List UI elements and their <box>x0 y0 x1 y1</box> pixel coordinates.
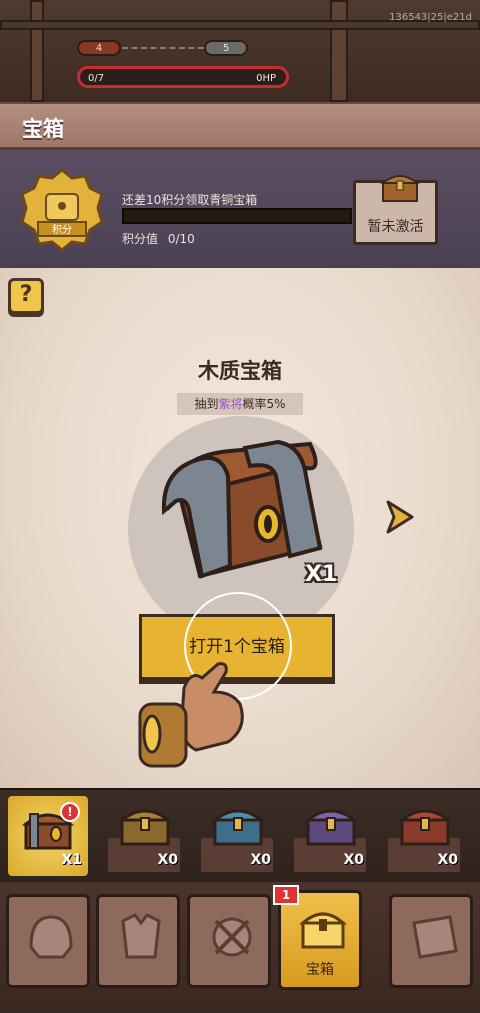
silver-chest-icon <box>211 809 265 846</box>
slot-count: X1 <box>61 852 82 868</box>
score-label: 积分值 <box>122 232 159 246</box>
points-progress-panel: 积分 还差10积分领取青铜宝箱 积分值 0/10 暂未激活 <box>0 150 480 268</box>
level-current-badge: 4 <box>77 40 121 56</box>
points-progress-bar <box>122 208 352 224</box>
slot-count: X0 <box>343 852 364 868</box>
bronze-chest-reward[interactable]: 暂未激活 <box>353 175 438 245</box>
chest-display-area: ? 木质宝箱 抽到紫将概率5% X1 打开1个宝箱 <box>0 268 480 788</box>
drop-rate: 抽到紫将概率5% <box>177 393 303 415</box>
level-path <box>122 47 204 49</box>
rate-highlight: 紫将 <box>218 397 243 411</box>
nav-tab-armor[interactable] <box>96 894 180 988</box>
score-value: 0/10 <box>167 232 195 246</box>
rate-suffix: 概率5% <box>242 397 286 411</box>
hp-current: 0/7 <box>88 73 105 84</box>
rate-prefix: 抽到 <box>194 397 219 411</box>
bronze-chest-icon <box>118 809 172 846</box>
build-id: 136543|25|e21d <box>389 12 472 23</box>
nav-label-chest: 宝箱 <box>306 962 334 978</box>
wood-beam <box>330 0 348 102</box>
nav-tab-heroes[interactable] <box>6 894 90 988</box>
nav-tab-chest[interactable]: 1 宝箱 <box>273 885 362 990</box>
wooden-chest-icon <box>161 439 323 579</box>
tutorial-hand-icon <box>138 662 244 768</box>
chest-selector: ! X1 X0 X0 X0 X0 <box>0 788 480 882</box>
hp-label: 0HP <box>256 73 276 84</box>
next-chest-arrow-icon[interactable] <box>382 496 418 538</box>
chest-name: 木质宝箱 <box>198 359 282 383</box>
page-title: 宝箱 <box>22 117 64 141</box>
helmet-icon <box>29 915 73 959</box>
level-next-badge: 5 <box>204 40 248 56</box>
slot-count: X0 <box>157 852 178 868</box>
points-medal-icon: 积分 <box>20 168 104 252</box>
nav-tab-map[interactable] <box>389 894 473 988</box>
chest-count: X1 <box>305 562 338 587</box>
score-row: 积分值 0/10 <box>122 230 195 247</box>
progress-hint: 还差10积分领取青铜宝箱 <box>122 193 258 207</box>
slot-count: X0 <box>437 852 458 868</box>
chest-slot-bronze[interactable]: X0 <box>104 796 184 876</box>
chest-slot-silver[interactable]: X0 <box>197 796 277 876</box>
top-scene: 136543|25|e21d 4 5 0/7 0HP <box>0 0 480 102</box>
new-badge: ! <box>60 802 80 822</box>
bronze-chest-icon <box>380 175 420 202</box>
hp-bar: 0/7 0HP <box>77 66 289 88</box>
bottom-nav: 1 宝箱 <box>0 882 480 1013</box>
nav-tab-battle[interactable] <box>187 894 271 988</box>
medal-text: 积分 <box>52 224 72 236</box>
purple-chest-icon <box>304 809 358 846</box>
title-bar: 宝箱 <box>0 102 480 150</box>
wood-beam <box>30 0 44 102</box>
armor-icon <box>121 913 161 959</box>
help-button[interactable]: ? <box>8 278 44 314</box>
chest-notification-badge: 1 <box>273 885 299 905</box>
gold-chest-icon <box>398 809 452 846</box>
chest-slot-gold[interactable]: X0 <box>384 796 464 876</box>
chest-icon <box>299 912 347 949</box>
battle-icon <box>212 917 252 957</box>
inactive-label: 暂未激活 <box>367 219 424 235</box>
scroll-map-icon <box>412 915 458 959</box>
slot-count: X0 <box>250 852 271 868</box>
chest-slot-wooden[interactable]: ! X1 <box>8 796 88 876</box>
chest-slot-purple[interactable]: X0 <box>290 796 370 876</box>
